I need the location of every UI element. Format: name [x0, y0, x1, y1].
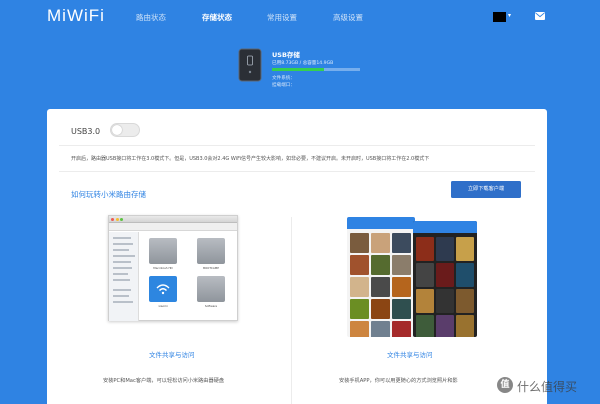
- wifi-icon: [156, 284, 170, 295]
- chevron-down-icon[interactable]: ▾: [508, 12, 511, 19]
- photo-thumbnail: [350, 233, 369, 253]
- mac-titlebar: [109, 216, 237, 223]
- photo-thumbnail: [371, 233, 390, 253]
- usb3-label: USB3.0: [71, 127, 101, 136]
- photo-thumbnail: [350, 321, 369, 337]
- nav-router-status[interactable]: 路由状态: [136, 12, 166, 23]
- usb-drive-icon: [238, 48, 262, 82]
- photo-thumbnail: [371, 255, 390, 275]
- storage-port: 挂载端口：: [272, 83, 295, 88]
- drive-label: Software: [204, 304, 218, 308]
- photo-thumbnail: [392, 321, 411, 337]
- network-drive-icon: [149, 276, 177, 302]
- photo-thumbnail: [350, 255, 369, 275]
- photo-thumbnail: [371, 277, 390, 297]
- mac-finder-screenshot: Macintosh HD BOOTCAMP xiaomi Software: [108, 215, 238, 321]
- mac-toolbar: [109, 223, 237, 231]
- storage-filesystem: 文件系统：: [272, 76, 295, 81]
- photo-thumbnail: [371, 299, 390, 319]
- mobile-description: 安装手机APP，你可以用更随心的方式浏览照片和影: [339, 378, 458, 384]
- movie-poster: [456, 315, 474, 337]
- hard-drive-icon: [197, 276, 225, 302]
- divider: [59, 145, 535, 146]
- window-close-icon: [111, 218, 114, 221]
- movie-poster: [456, 263, 474, 287]
- storage-usage-bar: [272, 68, 360, 71]
- toggle-knob: [112, 125, 122, 135]
- nav-advanced-settings[interactable]: 高级设置: [333, 12, 363, 23]
- hard-drive-icon: [197, 238, 225, 264]
- nav-storage-status[interactable]: 存储状态: [202, 12, 232, 23]
- usb3-notice: 开启后，路由器USB接口将工作在3.0模式下。但是，USB3.0会对2.4G W…: [71, 156, 430, 162]
- watermark: 值 什么值得买: [497, 375, 597, 397]
- movie-poster: [436, 289, 454, 313]
- watermark-text: 什么值得买: [517, 380, 578, 394]
- window-zoom-icon: [120, 218, 123, 221]
- photo-thumbnail: [350, 277, 369, 297]
- photo-thumbnail: [392, 233, 411, 253]
- movie-poster: [416, 315, 434, 337]
- account-avatar[interactable]: [493, 12, 506, 22]
- photo-grid: [350, 233, 411, 337]
- miwifi-logo[interactable]: MiWiFi: [47, 6, 105, 26]
- mail-icon[interactable]: [535, 12, 545, 20]
- phone-screenshot-movies: [413, 221, 477, 337]
- pc-description: 安装PC和Mac客户端，可以轻松访问小米路由器硬盘: [103, 378, 225, 384]
- top-bar: MiWiFi 路由状态 存储状态 常用设置 高级设置 ▾: [0, 0, 600, 34]
- movie-poster: [416, 289, 434, 313]
- watermark-logo: 值: [497, 377, 513, 393]
- drive-label: Macintosh HD: [153, 266, 173, 270]
- storage-usage: 已用8.73GB / 总容量14.9GB: [272, 61, 334, 66]
- photo-thumbnail: [392, 299, 411, 319]
- movie-poster: [456, 289, 474, 313]
- guide-title: 如何玩转小米路由存储: [71, 190, 146, 199]
- photo-thumbnail: [371, 321, 390, 337]
- mobile-caption: 文件共享与访问: [387, 351, 433, 359]
- divider: [59, 171, 535, 172]
- window-minimize-icon: [115, 218, 119, 221]
- pc-caption: 文件共享与访问: [149, 351, 195, 359]
- movie-poster: [436, 315, 454, 337]
- drive-label: xiaomi: [158, 304, 168, 308]
- movie-poster: [416, 237, 434, 261]
- hard-drive-icon: [149, 238, 177, 264]
- nav-common-settings[interactable]: 常用设置: [267, 12, 297, 23]
- photo-thumbnail: [350, 299, 369, 319]
- movie-grid: [416, 237, 474, 337]
- photo-thumbnail: [392, 277, 411, 297]
- usb3-toggle[interactable]: [110, 123, 140, 137]
- movie-poster: [456, 237, 474, 261]
- movie-poster: [436, 263, 454, 287]
- column-divider: [291, 217, 292, 404]
- settings-card: USB3.0 开启后，路由器USB接口将工作在3.0模式下。但是，USB3.0会…: [47, 109, 547, 404]
- storage-title: USB存储: [272, 51, 300, 59]
- finder-sidebar: [109, 232, 139, 321]
- drive-label: BOOTCAMP: [203, 266, 219, 270]
- movie-poster: [436, 237, 454, 261]
- movie-poster: [416, 263, 434, 287]
- storage-usage-fill: [272, 68, 324, 71]
- photo-thumbnail: [392, 255, 411, 275]
- download-client-button[interactable]: 立即下载客户端: [451, 181, 521, 198]
- phone-screenshot-photos: [347, 217, 415, 337]
